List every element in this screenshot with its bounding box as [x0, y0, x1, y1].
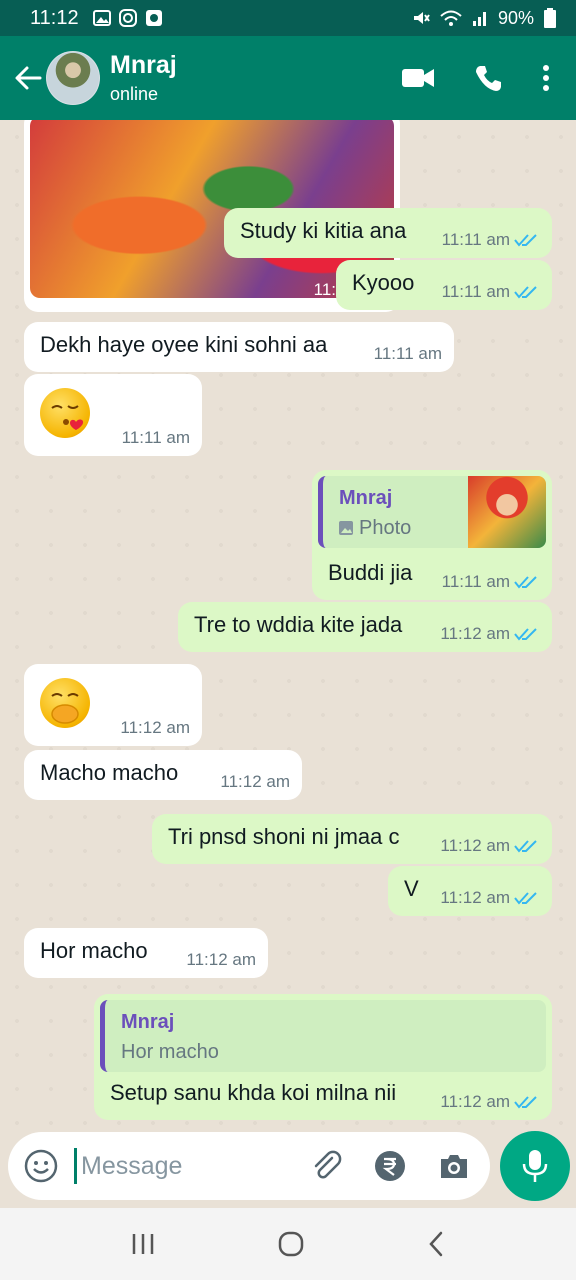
message-time: 11:12 am [186, 950, 256, 969]
message-time: 11:12 am [220, 772, 290, 791]
back-arrow-icon[interactable] [8, 58, 48, 98]
face-with-hand-over-mouth-icon [40, 678, 90, 728]
contact-info[interactable]: Mnraj online [110, 51, 177, 105]
instagram-notification-icon [118, 9, 137, 27]
message-composer [8, 1132, 490, 1200]
read-ticks-icon [514, 285, 537, 299]
nav-back-icon[interactable] [426, 1230, 446, 1258]
gallery-notification-icon [92, 10, 111, 26]
attach-icon[interactable] [310, 1150, 342, 1182]
quoted-sender: Mnraj [339, 487, 393, 509]
read-ticks-icon [514, 839, 537, 853]
mute-icon [413, 12, 430, 24]
quoted-text: Hor macho [121, 1041, 219, 1063]
outgoing-message[interactable]: V 11:12 am [388, 866, 552, 916]
voice-call-icon[interactable] [474, 64, 502, 92]
message-text: Setup sanu khda koi milna nii [110, 1080, 397, 1105]
camera-icon[interactable] [438, 1152, 470, 1180]
message-time: 11:11 am [121, 428, 190, 447]
message-text: Tre to wddia kite jada [194, 612, 403, 637]
quoted-sender: Mnraj [121, 1011, 175, 1033]
more-options-icon[interactable] [542, 64, 550, 92]
incoming-message[interactable]: Dekh haye oyee kini sohni aa 11:11 am [24, 322, 454, 372]
contact-name: Mnraj [110, 51, 177, 79]
message-time: 11:11 am [441, 572, 510, 591]
incoming-emoji-message[interactable]: 11:12 am [24, 664, 202, 746]
chat-header: Mnraj online [0, 36, 576, 120]
message-time: 11:12 am [440, 836, 510, 855]
incoming-emoji-message[interactable]: 11:11 am [24, 374, 202, 456]
message-text: V [404, 876, 419, 901]
emoji-icon[interactable] [24, 1149, 58, 1183]
signal-icon [472, 12, 486, 26]
message-time: 11:11 am [441, 230, 510, 249]
incoming-message[interactable]: Macho macho 11:12 am [24, 750, 302, 800]
quoted-message[interactable]: Mnraj Photo [318, 476, 546, 548]
outgoing-message[interactable]: Kyooo 11:11 am [336, 260, 552, 310]
payment-rupee-icon[interactable] [374, 1150, 406, 1182]
battery-level: 90% [497, 7, 534, 28]
message-text: Buddi jia [328, 560, 413, 585]
text-cursor [74, 1148, 77, 1184]
mic-icon [522, 1150, 548, 1182]
outgoing-message[interactable]: Tre to wddia kite jada 11:12 am [178, 602, 552, 652]
chat-area[interactable]: 11:11 am Study ki kitia ana 11:11 am Kyo… [0, 120, 576, 1132]
quoted-photo-thumbnail [468, 476, 546, 548]
status-time: 11:12 [30, 6, 79, 29]
app-notification-icon [145, 10, 162, 26]
message-time: 11:12 am [120, 718, 190, 737]
system-nav-bar [0, 1208, 576, 1280]
outgoing-message[interactable]: Tri pnsd shoni ni jmaa c 11:12 am [152, 814, 552, 864]
battery-icon [544, 8, 556, 28]
quoted-text: Photo [359, 517, 412, 539]
face-blowing-kiss-icon [40, 388, 90, 438]
video-call-icon[interactable] [402, 67, 434, 89]
message-text: Kyooo [352, 270, 415, 295]
message-text: Study ki kitia ana [240, 218, 407, 243]
message-input[interactable] [81, 1151, 281, 1181]
outgoing-reply-message[interactable]: Mnraj Hor macho Setup sanu khda koi miln… [94, 994, 552, 1120]
status-bar: 11:12 90% [0, 0, 576, 36]
message-time: 11:12 am [440, 624, 510, 643]
read-ticks-icon [514, 1095, 537, 1109]
read-ticks-icon [514, 627, 537, 641]
outgoing-reply-message[interactable]: Mnraj Photo Buddi jia 11:11 am [312, 470, 552, 600]
outgoing-message[interactable]: Study ki kitia ana 11:11 am [224, 208, 552, 258]
wifi-icon [440, 10, 462, 26]
message-time: 11:11 am [441, 282, 510, 301]
message-text: Macho macho [40, 760, 179, 785]
photo-icon [339, 521, 353, 535]
quoted-message[interactable]: Mnraj Hor macho [100, 1000, 546, 1072]
contact-status: online [110, 84, 159, 104]
message-text: Dekh haye oyee kini sohni aa [40, 332, 328, 357]
message-text: Hor macho [40, 938, 148, 963]
read-ticks-icon [514, 575, 537, 589]
message-time: 11:12 am [440, 1092, 510, 1111]
message-text: Tri pnsd shoni ni jmaa c [168, 824, 400, 849]
recent-apps-icon[interactable] [130, 1231, 156, 1257]
read-ticks-icon [514, 233, 537, 247]
incoming-message[interactable]: Hor macho 11:12 am [24, 928, 268, 978]
avatar[interactable] [46, 51, 100, 105]
message-time: 11:12 am [440, 888, 510, 907]
home-icon[interactable] [277, 1230, 305, 1258]
message-time: 11:11 am [373, 344, 442, 363]
read-ticks-icon [514, 891, 537, 905]
mic-button[interactable] [500, 1131, 570, 1201]
